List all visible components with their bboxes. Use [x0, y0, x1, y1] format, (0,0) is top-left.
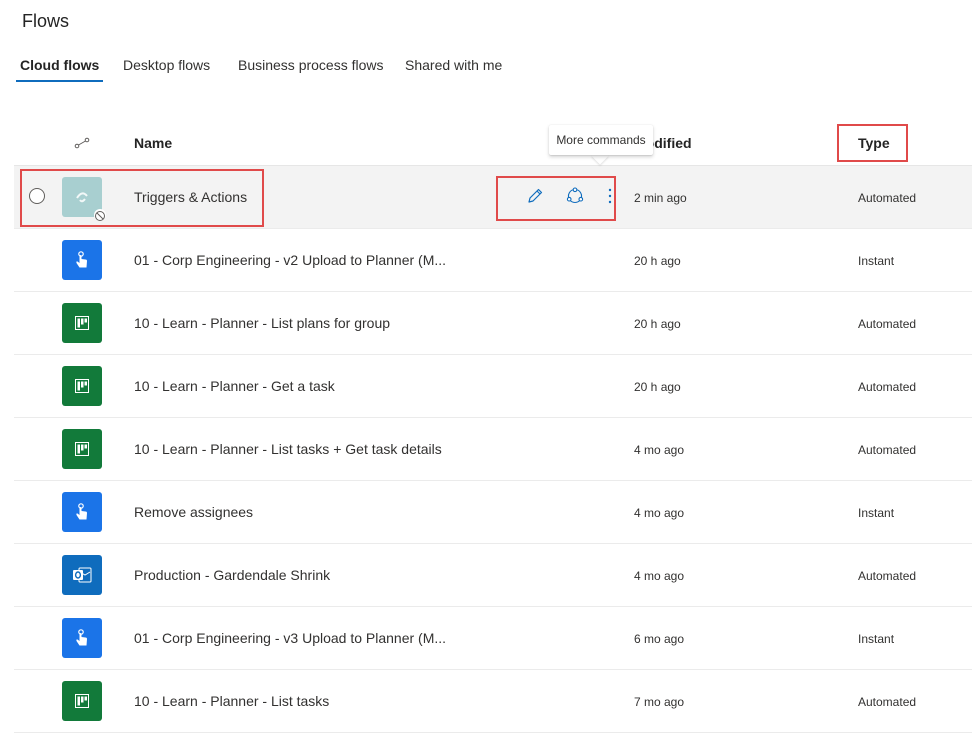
flow-name-link[interactable]: 01 - Corp Engineering - v3 Upload to Pla…: [134, 630, 446, 646]
flow-type: Instant: [858, 254, 895, 268]
tab-label: Cloud flows: [20, 57, 100, 73]
planner-icon: [62, 681, 102, 721]
flow-name-link[interactable]: 10 - Learn - Planner - List plans for gr…: [134, 315, 390, 331]
table-row[interactable]: 01 - Corp Engineering - v3 Upload to Pla…: [14, 607, 972, 670]
row-select-radio[interactable]: [29, 188, 45, 204]
modified-time: 4 mo ago: [634, 506, 685, 520]
modified-time: 4 mo ago: [634, 443, 685, 457]
flow-name-link[interactable]: Remove assignees: [134, 504, 253, 520]
flow-type-icon[interactable]: [74, 136, 90, 149]
flow-name-link[interactable]: 10 - Learn - Planner - List tasks: [134, 693, 329, 709]
flow-name-link[interactable]: 10 - Learn - Planner - List tasks + Get …: [134, 441, 442, 457]
modified-time: 20 h ago: [634, 254, 681, 268]
more-commands-tooltip: More commands: [549, 125, 653, 155]
flow-type: Automated: [858, 191, 917, 205]
table-row[interactable]: 10 - Learn - Planner - Get a task 20 h a…: [14, 355, 972, 418]
share-icon[interactable]: [566, 187, 584, 205]
flow-type: Automated: [858, 317, 917, 331]
button-touch-icon: [62, 240, 102, 280]
flow-type: Automated: [858, 443, 917, 457]
flow-type: Automated: [858, 695, 917, 709]
modified-time: 6 mo ago: [634, 632, 685, 646]
table-row[interactable]: 01 - Corp Engineering - v2 Upload to Pla…: [14, 229, 972, 292]
table-row[interactable]: Remove assignees 4 mo ago Instant: [14, 481, 972, 544]
table-header: Name Modified Type: [14, 116, 972, 166]
disabled-status-icon: [94, 209, 106, 221]
pencil-icon[interactable]: [526, 187, 544, 205]
flow-type: Instant: [858, 632, 895, 646]
tab-shared-with-me[interactable]: Shared with me: [405, 57, 502, 73]
flow-name-link[interactable]: 10 - Learn - Planner - Get a task: [134, 378, 335, 394]
flow-name-link[interactable]: Production - Gardendale Shrink: [134, 567, 330, 583]
table-row[interactable]: 10 - Learn - Planner - List plans for gr…: [14, 292, 972, 355]
column-header-name[interactable]: Name: [134, 135, 172, 151]
active-tab-underline: [16, 80, 104, 82]
modified-time: 20 h ago: [634, 317, 681, 331]
tab-business-process-flows[interactable]: Business process flows: [238, 57, 384, 73]
more-commands-icon[interactable]: [604, 187, 616, 205]
flow-type: Automated: [858, 380, 917, 394]
outlook-icon: [62, 555, 102, 595]
column-header-type[interactable]: Type: [858, 135, 890, 151]
modified-time: 20 h ago: [634, 380, 681, 394]
planner-icon: [62, 366, 102, 406]
row-actions: [510, 178, 612, 212]
table-row[interactable]: 10 - Learn - Planner - List tasks + Get …: [14, 418, 972, 481]
modified-time: 2 min ago: [634, 191, 687, 205]
planner-icon: [62, 429, 102, 469]
tab-desktop-flows[interactable]: Desktop flows: [123, 57, 210, 73]
flow-name-link[interactable]: 01 - Corp Engineering - v2 Upload to Pla…: [134, 252, 446, 268]
tab-cloud-flows[interactable]: Cloud flows: [16, 57, 104, 82]
button-touch-icon: [62, 492, 102, 532]
flow-name-link[interactable]: Triggers & Actions: [134, 189, 247, 205]
table-row[interactable]: 10 - Learn - Planner - List tasks 7 mo a…: [14, 670, 972, 733]
table-row[interactable]: Production - Gardendale Shrink 4 mo ago …: [14, 544, 972, 607]
button-touch-icon: [62, 618, 102, 658]
modified-time: 4 mo ago: [634, 569, 685, 583]
flow-type: Instant: [858, 506, 895, 520]
flow-type: Automated: [858, 569, 917, 583]
modified-time: 7 mo ago: [634, 695, 685, 709]
table-row[interactable]: Triggers & Actions 2 min ago Automated: [14, 166, 972, 229]
planner-icon: [62, 303, 102, 343]
page-title: Flows: [22, 11, 70, 31]
